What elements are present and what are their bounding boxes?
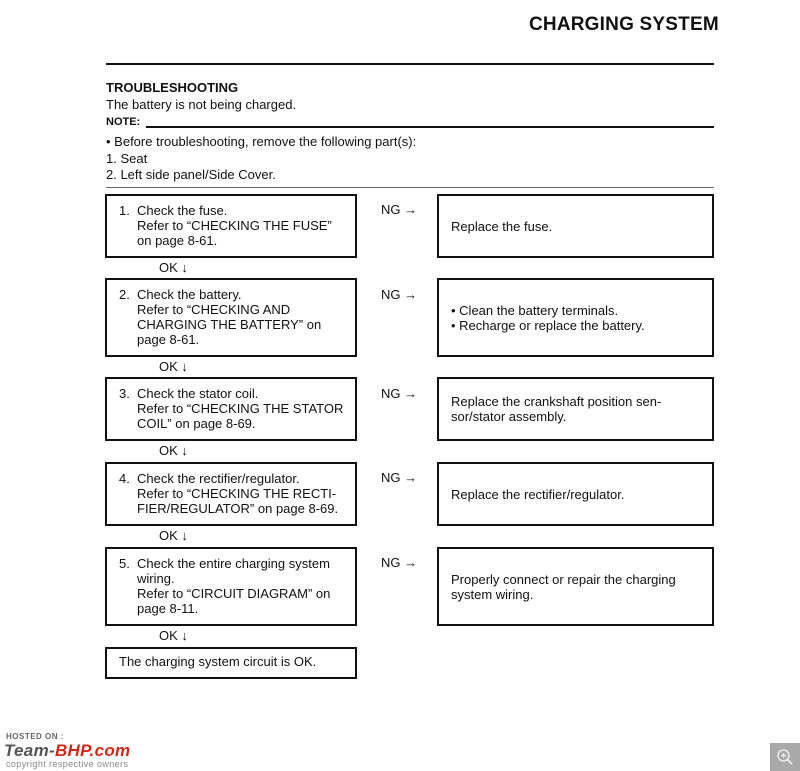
check-step-4: 4. Check the rectifier/regulator. Refer … bbox=[105, 462, 357, 526]
ok-arrow-label: OK ↓ bbox=[159, 260, 188, 275]
team-bhp-watermark: HOSTED ON : Team-BHP.com copyright respe… bbox=[4, 732, 194, 770]
zoom-in-icon bbox=[777, 749, 793, 765]
result-line: system wiring. bbox=[451, 586, 534, 602]
note-label: NOTE: bbox=[106, 116, 141, 128]
result-step-5: Properly connect or repair the charging … bbox=[437, 547, 714, 626]
final-result-text: The charging system circuit is OK. bbox=[119, 654, 317, 669]
result-step-4: Replace the rectifier/regulator. bbox=[437, 462, 714, 526]
step-number: 1. bbox=[119, 203, 130, 218]
result-step-1: Replace the fuse. bbox=[437, 194, 714, 258]
step-line: Refer to “CHECKING THE RECTI- bbox=[137, 486, 337, 501]
step-line: Refer to “CHECKING THE FUSE” bbox=[137, 218, 332, 233]
step-number: 5. bbox=[119, 556, 130, 571]
symptom-text: The battery is not being charged. bbox=[106, 97, 297, 112]
watermark-copyright: copyright respective owners bbox=[6, 759, 129, 769]
ok-arrow-label: OK ↓ bbox=[159, 443, 188, 458]
watermark-logo-team: Team- bbox=[4, 741, 55, 760]
result-line: • Recharge or replace the battery. bbox=[451, 317, 645, 333]
result-line: Replace the rectifier/regulator. bbox=[451, 486, 625, 502]
step-line: on page 8-61. bbox=[137, 233, 218, 248]
header-divider bbox=[106, 63, 714, 65]
step-line: Check the stator coil. bbox=[137, 386, 259, 401]
step-line: Refer to “CHECKING THE STATOR bbox=[137, 401, 344, 416]
result-line: • Clean the battery terminals. bbox=[451, 302, 619, 318]
step-line: page 8-11. bbox=[137, 601, 199, 616]
step-number: 2. bbox=[119, 287, 130, 302]
ok-arrow-label: OK ↓ bbox=[159, 628, 188, 643]
check-step-3: 3. Check the stator coil. Refer to “CHEC… bbox=[105, 377, 357, 441]
check-step-2: 2. Check the battery. Refer to “CHECKING… bbox=[105, 278, 357, 357]
result-line: sor/stator assembly. bbox=[451, 409, 567, 424]
ng-arrow-label: NG → bbox=[381, 470, 418, 485]
note-bottom-divider bbox=[106, 187, 714, 188]
check-step-1: 1. Check the fuse. Refer to “CHECKING TH… bbox=[105, 194, 357, 258]
step-line: Check the fuse. bbox=[137, 203, 228, 218]
step-line: Refer to “CIRCUIT DIAGRAM” on bbox=[137, 586, 331, 601]
result-line: Replace the crankshaft position sen- bbox=[451, 394, 662, 409]
note-line: 1. Seat bbox=[106, 151, 148, 166]
step-line: Check the rectifier/regulator. bbox=[137, 471, 300, 486]
ng-arrow-label: NG → bbox=[381, 555, 418, 570]
step-line: CHARGING THE BATTERY” on bbox=[137, 317, 322, 332]
watermark-logo: Team-BHP.com bbox=[4, 741, 130, 761]
ok-arrow-label: OK ↓ bbox=[159, 528, 188, 543]
step-line: Refer to “CHECKING AND bbox=[137, 302, 291, 317]
note-header: NOTE: bbox=[106, 116, 714, 130]
step-number: 4. bbox=[119, 471, 130, 486]
step-number: 3. bbox=[119, 386, 130, 401]
result-line: Properly connect or repair the charging bbox=[451, 571, 676, 587]
step-line: Check the battery. bbox=[137, 287, 242, 302]
result-step-3: Replace the crankshaft position sen- sor… bbox=[437, 377, 714, 441]
section-heading: TROUBLESHOOTING bbox=[106, 80, 239, 95]
step-line: FIER/REGULATOR” on page 8-69. bbox=[137, 501, 339, 516]
note-line: 2. Left side panel/Side Cover. bbox=[106, 167, 276, 182]
zoom-button[interactable] bbox=[770, 743, 800, 771]
step-line: wiring. bbox=[137, 571, 175, 586]
ng-arrow-label: NG → bbox=[381, 287, 418, 302]
ok-arrow-label: OK ↓ bbox=[159, 359, 188, 374]
result-line: Replace the fuse. bbox=[451, 218, 553, 234]
note-line: • Before troubleshooting, remove the fol… bbox=[106, 134, 417, 149]
check-step-5: 5. Check the entire charging system wiri… bbox=[105, 547, 357, 626]
result-step-2: • Clean the battery terminals. • Recharg… bbox=[437, 278, 714, 357]
final-result-box: The charging system circuit is OK. bbox=[105, 647, 357, 679]
ng-arrow-label: NG → bbox=[381, 202, 418, 217]
note-divider bbox=[146, 126, 714, 128]
step-line: Check the entire charging system bbox=[137, 556, 330, 571]
watermark-logo-bhp: BHP.com bbox=[54, 741, 131, 760]
step-line: COIL” on page 8-69. bbox=[137, 416, 256, 431]
watermark-hosted-label: HOSTED ON : bbox=[6, 732, 64, 741]
step-line: page 8-61. bbox=[137, 332, 200, 347]
page-title: CHARGING SYSTEM bbox=[529, 14, 719, 35]
ng-arrow-label: NG → bbox=[381, 386, 418, 401]
